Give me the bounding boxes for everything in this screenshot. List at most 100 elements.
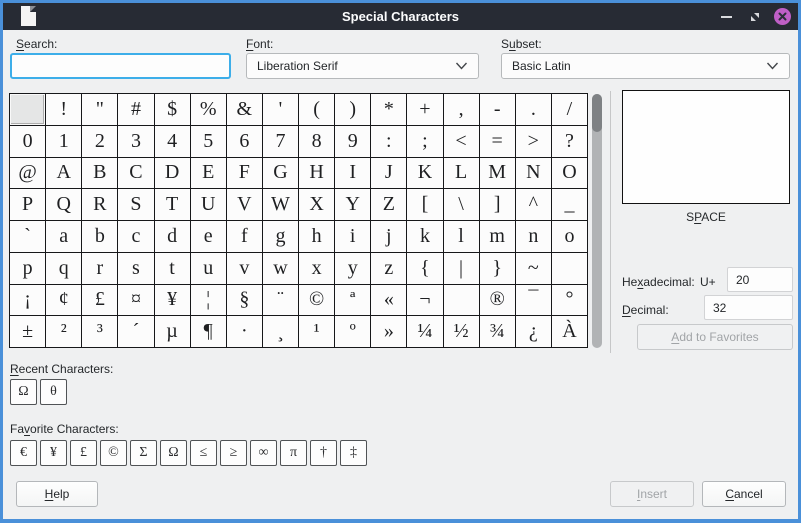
char-cell[interactable]: S	[118, 189, 153, 220]
char-cell[interactable]: ¿	[516, 316, 551, 347]
char-cell[interactable]: ¥	[155, 285, 190, 316]
char-cell[interactable]: p	[10, 253, 45, 284]
char-cell[interactable]: ¸	[263, 316, 298, 347]
char-cell[interactable]: K	[407, 158, 442, 189]
char-cell[interactable]: C	[118, 158, 153, 189]
char-cell[interactable]: ¨	[263, 285, 298, 316]
grid-scrollbar[interactable]	[592, 94, 602, 348]
char-cell[interactable]: n	[516, 221, 551, 252]
char-cell[interactable]: ?	[552, 126, 587, 157]
char-cell[interactable]: N	[516, 158, 551, 189]
char-cell[interactable]: >	[516, 126, 551, 157]
char-cell[interactable]: Q	[46, 189, 81, 220]
char-cell[interactable]: À	[552, 316, 587, 347]
char-cell[interactable]: *	[371, 94, 406, 125]
char-cell[interactable]: \	[444, 189, 479, 220]
titlebar[interactable]: Special Characters	[3, 3, 798, 30]
char-box[interactable]: Ω	[160, 440, 187, 466]
char-cell[interactable]: q	[46, 253, 81, 284]
char-cell[interactable]: G	[263, 158, 298, 189]
char-cell[interactable]: L	[444, 158, 479, 189]
search-input[interactable]	[10, 53, 231, 79]
char-cell[interactable]: $	[155, 94, 190, 125]
char-box[interactable]: ©	[100, 440, 127, 466]
char-cell[interactable]: ´	[118, 316, 153, 347]
char-cell[interactable]: ¯	[516, 285, 551, 316]
char-cell[interactable]: ¹	[299, 316, 334, 347]
char-box[interactable]: π	[280, 440, 307, 466]
char-cell[interactable]: <	[444, 126, 479, 157]
char-cell[interactable]: P	[10, 189, 45, 220]
char-cell[interactable]: l	[444, 221, 479, 252]
restore-button[interactable]	[746, 8, 763, 25]
char-cell[interactable]: 2	[82, 126, 117, 157]
char-cell[interactable]: (	[299, 94, 334, 125]
char-cell[interactable]: x	[299, 253, 334, 284]
decimal-input[interactable]	[704, 295, 793, 320]
char-cell[interactable]: T	[155, 189, 190, 220]
char-cell[interactable]: 0	[10, 126, 45, 157]
char-box[interactable]: Ω	[10, 379, 37, 405]
char-box[interactable]: †	[310, 440, 337, 466]
char-cell[interactable]: j	[371, 221, 406, 252]
char-cell[interactable]: 8	[299, 126, 334, 157]
char-cell[interactable]: O	[552, 158, 587, 189]
char-cell[interactable]: v	[227, 253, 262, 284]
char-box[interactable]: ¥	[40, 440, 67, 466]
char-cell[interactable]: z	[371, 253, 406, 284]
char-cell[interactable]: º	[335, 316, 370, 347]
char-box[interactable]: θ	[40, 379, 67, 405]
char-cell[interactable]: g	[263, 221, 298, 252]
char-box[interactable]: ≤	[190, 440, 217, 466]
char-cell[interactable]: 3	[118, 126, 153, 157]
char-cell[interactable]: b	[82, 221, 117, 252]
char-cell[interactable]: a	[46, 221, 81, 252]
char-cell[interactable]: F	[227, 158, 262, 189]
char-cell[interactable]: ¬	[407, 285, 442, 316]
char-cell[interactable]: I	[335, 158, 370, 189]
char-box[interactable]: ‡	[340, 440, 367, 466]
char-cell[interactable]: 5	[191, 126, 226, 157]
char-cell[interactable]: ¡	[10, 285, 45, 316]
char-cell[interactable]: ¢	[46, 285, 81, 316]
char-cell[interactable]: )	[335, 94, 370, 125]
char-cell[interactable]: +	[407, 94, 442, 125]
char-cell[interactable]: @	[10, 158, 45, 189]
char-cell[interactable]: [	[407, 189, 442, 220]
char-cell[interactable]: X	[299, 189, 334, 220]
char-cell[interactable]: ª	[335, 285, 370, 316]
char-cell[interactable]: °	[552, 285, 587, 316]
char-box[interactable]: €	[10, 440, 37, 466]
char-cell[interactable]: 1	[46, 126, 81, 157]
char-cell[interactable]: D	[155, 158, 190, 189]
char-cell[interactable]: k	[407, 221, 442, 252]
char-cell[interactable]: r	[82, 253, 117, 284]
char-cell[interactable]	[444, 285, 479, 316]
char-cell[interactable]: µ	[155, 316, 190, 347]
cancel-button[interactable]: Cancel	[702, 481, 786, 507]
char-cell[interactable]: }	[480, 253, 515, 284]
char-box[interactable]: Σ	[130, 440, 157, 466]
minimize-button[interactable]	[718, 8, 735, 25]
char-cell[interactable]: s	[118, 253, 153, 284]
char-cell[interactable]: ·	[227, 316, 262, 347]
char-cell[interactable]: !	[46, 94, 81, 125]
char-cell[interactable]: _	[552, 189, 587, 220]
char-cell[interactable]: d	[155, 221, 190, 252]
char-cell[interactable]: ¤	[118, 285, 153, 316]
char-cell[interactable]: ¦	[191, 285, 226, 316]
char-cell[interactable]: f	[227, 221, 262, 252]
char-cell[interactable]: «	[371, 285, 406, 316]
hexadecimal-input[interactable]	[727, 267, 793, 292]
char-box[interactable]: ∞	[250, 440, 277, 466]
char-cell[interactable]: 7	[263, 126, 298, 157]
font-dropdown[interactable]: Liberation Serif	[246, 53, 479, 79]
char-cell[interactable]: B	[82, 158, 117, 189]
char-cell[interactable]: y	[335, 253, 370, 284]
char-cell[interactable]: -	[480, 94, 515, 125]
char-cell[interactable]: §	[227, 285, 262, 316]
char-cell[interactable]: &	[227, 94, 262, 125]
char-cell[interactable]: ,	[444, 94, 479, 125]
char-cell[interactable]: t	[155, 253, 190, 284]
char-cell[interactable]: ¼	[407, 316, 442, 347]
